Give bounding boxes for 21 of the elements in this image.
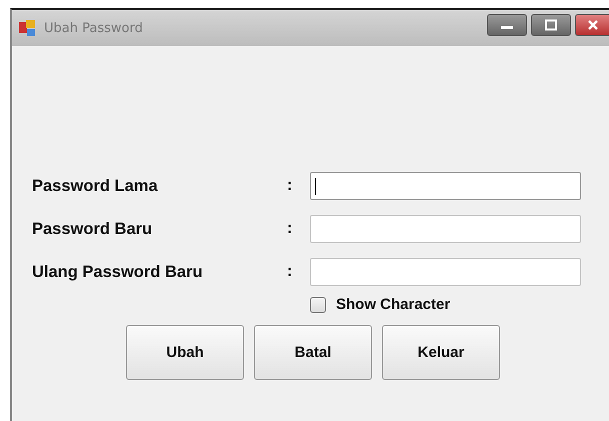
window-title: Ubah Password xyxy=(44,20,144,36)
checkbox-label: Show Character xyxy=(336,296,450,313)
close-button[interactable] xyxy=(575,14,609,36)
password-field[interactable] xyxy=(310,215,581,243)
field-label: Password Lama xyxy=(32,176,159,196)
dialog-button[interactable]: Ubah xyxy=(126,325,244,380)
dialog-button[interactable]: Batal xyxy=(254,325,372,380)
checkbox[interactable] xyxy=(310,296,326,312)
minimize-button[interactable] xyxy=(487,14,527,36)
maximize-icon xyxy=(544,19,558,31)
field-label: Ulang Password Baru xyxy=(32,262,204,282)
close-icon xyxy=(588,20,598,30)
colon-separator: : xyxy=(287,263,294,281)
app-icon xyxy=(18,19,36,37)
colon-separator: : xyxy=(287,177,294,195)
field-label: Password Baru xyxy=(32,220,154,238)
maximize-button[interactable] xyxy=(531,14,571,36)
password-field[interactable] xyxy=(310,172,581,200)
colon-separator: : xyxy=(287,220,294,238)
dialog-button[interactable]: Keluar xyxy=(382,325,500,380)
password-field[interactable] xyxy=(310,258,581,286)
